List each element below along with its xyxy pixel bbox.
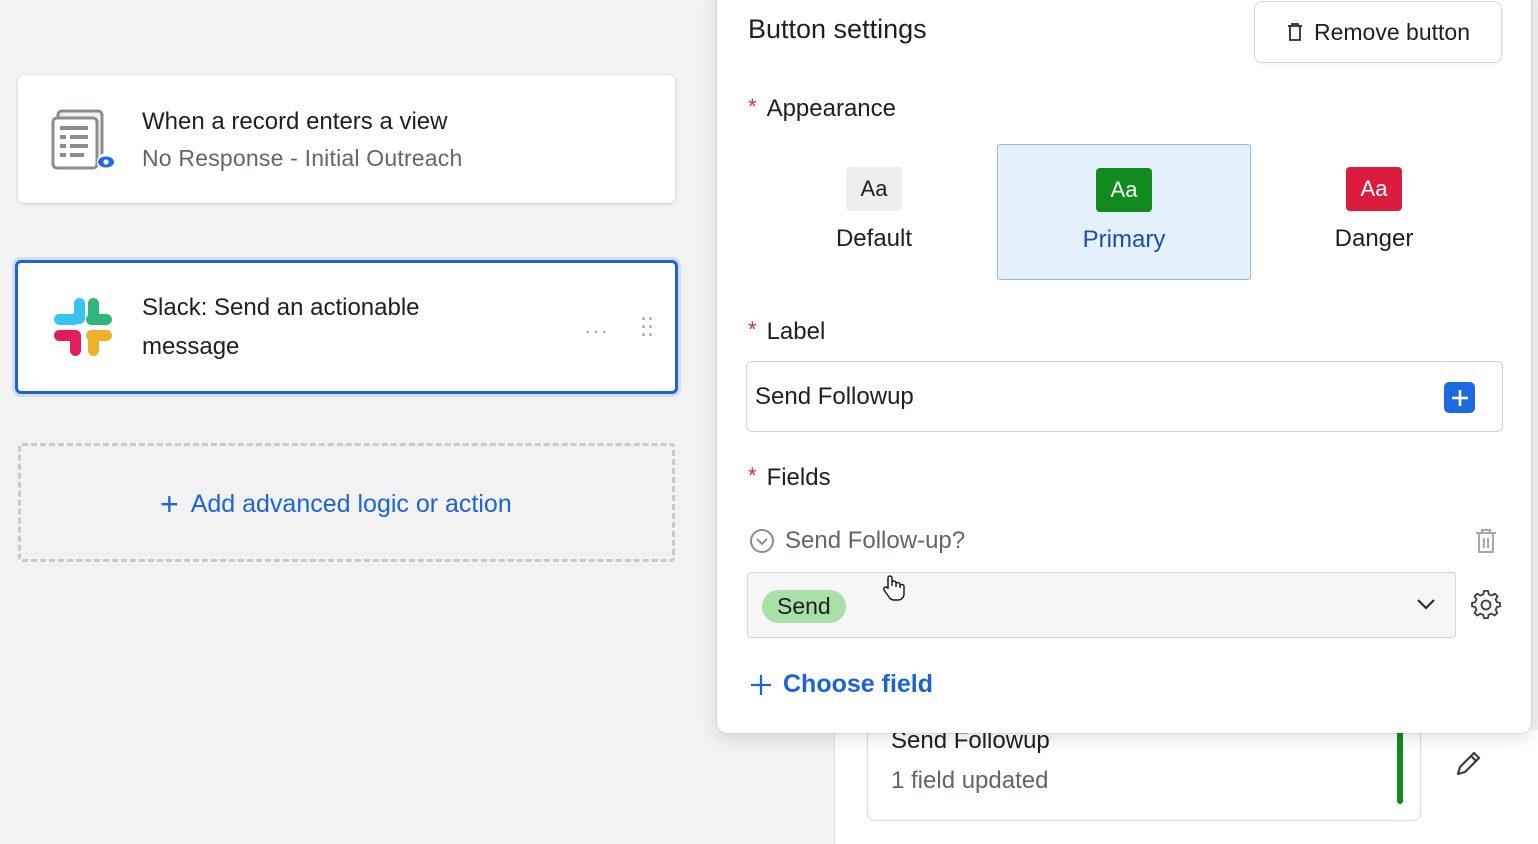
workflow-canvas: When a record enters a view No Response … (0, 0, 1538, 844)
default-option-label: Default (835, 225, 913, 252)
add-action-link[interactable]: + Add advanced logic or action (160, 488, 512, 520)
choose-field-label: Choose field (783, 670, 934, 698)
primary-color-bar (1397, 728, 1403, 804)
button-label-value[interactable]: Send Followup (755, 383, 914, 411)
slack-action-card[interactable] (15, 260, 678, 394)
plus-icon (1451, 389, 1468, 406)
edit-pencil-icon[interactable] (1452, 748, 1484, 780)
danger-swatch: Aa (1346, 167, 1402, 211)
trash-icon (1288, 23, 1302, 41)
trigger-subtitle: No Response - Initial Outreach (142, 145, 463, 171)
button-preview-subtitle: 1 field updated (891, 767, 1049, 794)
remove-button-label: Remove button (1314, 18, 1470, 45)
fields-section-label: * Fields (748, 463, 831, 491)
choose-field-link[interactable]: Choose field (749, 670, 933, 699)
insert-field-button[interactable] (1444, 382, 1475, 413)
more-options-icon[interactable]: ··· (584, 318, 609, 344)
panel-title: Button settings (748, 14, 927, 44)
delete-field-icon[interactable] (1474, 527, 1498, 555)
primary-option-label: Primary (1082, 226, 1166, 253)
add-action-label: Add advanced logic or action (190, 489, 512, 518)
appearance-option-danger[interactable]: Aa Danger (1247, 144, 1501, 280)
view-record-icon (51, 109, 115, 171)
drag-handle-icon[interactable] (640, 315, 654, 339)
default-swatch: Aa (846, 167, 902, 211)
single-select-field-icon (750, 529, 774, 553)
hand-cursor-icon (883, 575, 905, 601)
action-title-line1: Slack: Send an actionable (142, 294, 420, 321)
field-value-select[interactable] (747, 572, 1456, 638)
appearance-label: * Appearance (748, 94, 896, 122)
selected-option-pill: Send (762, 590, 846, 623)
required-marker: * (748, 463, 757, 488)
plus-icon (751, 674, 771, 695)
plus-icon: + (160, 486, 179, 522)
label-section-label: * Label (748, 317, 826, 345)
gear-icon[interactable] (1471, 590, 1501, 620)
trigger-title: When a record enters a view (142, 108, 448, 135)
appearance-option-default[interactable]: Aa Default (747, 144, 1001, 280)
chevron-down-icon[interactable] (1414, 594, 1438, 614)
required-marker: * (748, 317, 757, 342)
slack-logo-icon (54, 298, 112, 356)
required-marker: * (748, 94, 757, 119)
action-title-line2: message (142, 333, 240, 360)
remove-button[interactable]: Remove button (1254, 1, 1502, 63)
appearance-option-primary[interactable]: Aa Primary (997, 144, 1251, 280)
danger-option-label: Danger (1334, 225, 1414, 252)
field-header: Send Follow-up? (749, 527, 965, 555)
primary-swatch: Aa (1096, 168, 1152, 212)
field-name: Send Follow-up? (785, 527, 966, 554)
